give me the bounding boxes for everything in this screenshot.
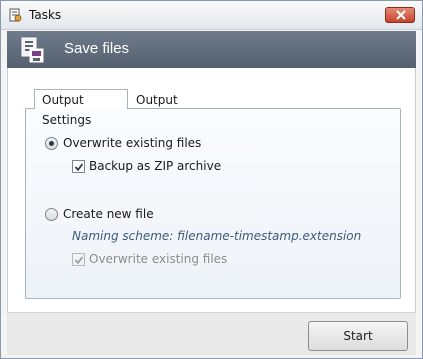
overwrite-existing-checkbox [72, 253, 85, 266]
checkmark-icon [74, 256, 84, 265]
backup-zip-checkbox[interactable] [72, 160, 85, 173]
start-button[interactable]: Start [308, 321, 408, 351]
tab-output[interactable]: Output [130, 91, 184, 109]
naming-scheme-hint: Naming scheme: filename-timestamp.extens… [72, 229, 362, 243]
create-new-label[interactable]: Create new file [63, 207, 154, 221]
close-icon [396, 10, 406, 20]
create-new-radio[interactable] [45, 208, 58, 221]
dialog-header: Save files [7, 31, 416, 68]
window-title: Tasks [29, 8, 62, 22]
content-area: Output Settings Output Overwrite existin… [7, 68, 416, 312]
close-button[interactable] [385, 7, 415, 23]
tasks-window: Tasks Save files Output Settings Output [0, 0, 423, 359]
header-title: Save files [64, 40, 130, 57]
overwrite-existing-label: Overwrite existing files [89, 252, 228, 266]
tasks-app-icon [8, 8, 22, 22]
output-settings-panel: Overwrite existing files Backup as ZIP a… [25, 108, 401, 299]
tab-output-settings[interactable]: Output Settings [34, 89, 128, 127]
backup-zip-label[interactable]: Backup as ZIP archive [89, 159, 221, 173]
checkmark-icon [74, 163, 84, 172]
overwrite-label[interactable]: Overwrite existing files [63, 136, 201, 150]
save-files-icon [21, 37, 45, 63]
dialog-footer: Start [7, 312, 416, 355]
overwrite-radio[interactable] [45, 137, 58, 150]
title-bar[interactable]: Tasks [1, 1, 422, 30]
